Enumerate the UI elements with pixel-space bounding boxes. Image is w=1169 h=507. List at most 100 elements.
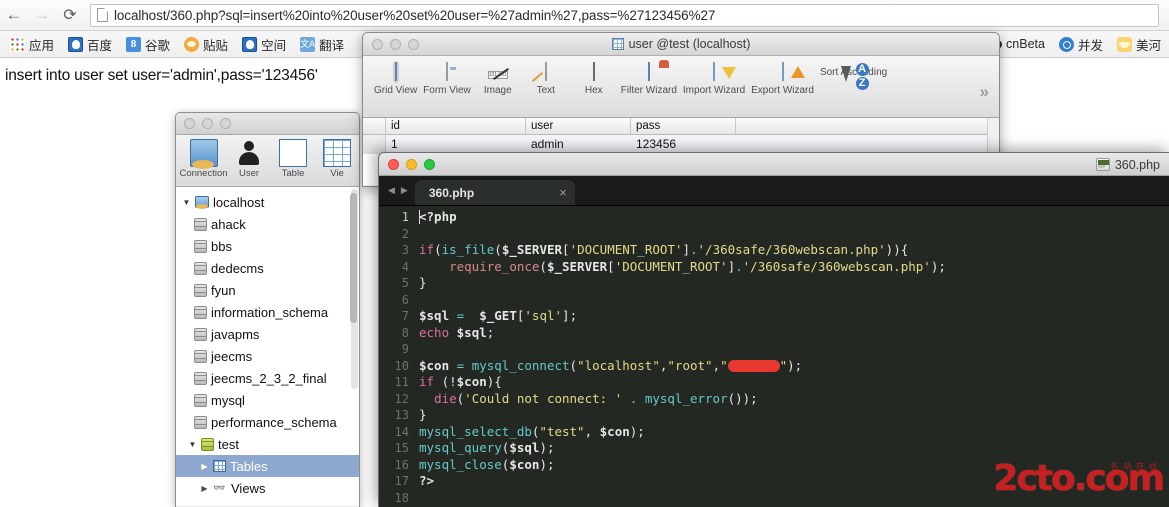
table-window-titlebar[interactable]: user @test (localhost) bbox=[363, 33, 999, 56]
connection-icon bbox=[195, 196, 209, 209]
tree-item-localhost[interactable]: ▼ localhost bbox=[176, 191, 359, 213]
php-file-icon bbox=[1095, 158, 1110, 171]
tree-item-tables[interactable]: ▶ Tables bbox=[176, 455, 359, 477]
tree-item-fyun[interactable]: fyun bbox=[176, 279, 359, 301]
tree-item-label: Tables bbox=[230, 458, 268, 474]
browser-toolbar: ← → ⟳ localhost/360.php?sql=insert%20int… bbox=[0, 0, 1169, 31]
chevron-right-icon[interactable]: ▶ bbox=[200, 484, 209, 493]
line-number: 8 bbox=[401, 325, 409, 340]
code-text: require_once($_SERVER['DOCUMENT_ROOT'].'… bbox=[449, 258, 946, 274]
user-icon bbox=[235, 139, 263, 167]
tree-item-mysql[interactable]: mysql bbox=[176, 389, 359, 411]
database-tree[interactable]: ▼ localhost ahack bbs dedecms fyun infor… bbox=[176, 187, 359, 506]
reload-icon[interactable]: ⟳ bbox=[56, 1, 84, 29]
maximize-icon[interactable] bbox=[220, 118, 231, 129]
triangle-right-icon[interactable]: ▶ bbox=[401, 185, 408, 196]
forward-icon[interactable]: → bbox=[28, 1, 56, 29]
bookmark-qzone[interactable]: 空间 bbox=[236, 33, 292, 56]
tree-item-label: jeecms bbox=[211, 348, 253, 364]
text-button[interactable]: Text bbox=[522, 61, 570, 96]
grid-header-row: id user pass bbox=[363, 118, 999, 135]
tree-scrollbar-thumb[interactable] bbox=[350, 193, 357, 323]
tree-item-test[interactable]: ▼ test bbox=[176, 433, 359, 455]
toolbar-connection-button[interactable]: Connection bbox=[179, 139, 228, 179]
filter-wizard-button[interactable]: Filter Wizard bbox=[618, 61, 680, 96]
column-header-id[interactable]: id bbox=[386, 118, 526, 134]
toolbar-user-button[interactable]: User bbox=[227, 139, 271, 179]
image-button[interactable]: 101 001 Image bbox=[474, 61, 522, 96]
toolbar-table-button[interactable]: Table bbox=[271, 139, 315, 179]
line-number: 3 bbox=[401, 243, 409, 257]
redacted-password-bar bbox=[727, 359, 780, 372]
tree-item-ahack[interactable]: ahack bbox=[176, 213, 359, 235]
back-icon[interactable]: ← bbox=[0, 1, 28, 29]
tree-item-dedecms[interactable]: dedecms bbox=[176, 257, 359, 279]
bookmark-label: 美河 bbox=[1135, 38, 1161, 53]
import-wizard-button[interactable]: Import Wizard bbox=[680, 61, 748, 96]
close-icon[interactable]: × bbox=[559, 185, 567, 200]
bookmark-baidu[interactable]: 百度 bbox=[62, 33, 118, 56]
address-bar[interactable]: localhost/360.php?sql=insert%20into%20us… bbox=[90, 3, 1159, 27]
toolbar-view-button[interactable]: Vie bbox=[315, 139, 359, 179]
close-icon[interactable] bbox=[184, 118, 195, 129]
bookmark-translate[interactable]: 文A 翻译 bbox=[294, 33, 350, 56]
tree-item-views[interactable]: ▶ 👓 Views bbox=[176, 477, 359, 499]
hex-icon bbox=[592, 62, 595, 81]
toolbar-label: Import Wizard bbox=[682, 85, 746, 96]
view-icon bbox=[323, 139, 351, 167]
code-text: echo $sql; bbox=[419, 324, 495, 340]
tree-item-jeecms[interactable]: jeecms bbox=[176, 345, 359, 367]
text-icon bbox=[544, 62, 547, 81]
column-header-pass[interactable]: pass bbox=[631, 118, 736, 134]
tree-item-javapms[interactable]: javapms bbox=[176, 323, 359, 345]
editor-titlebar[interactable]: 360.php bbox=[379, 153, 1169, 176]
close-icon[interactable] bbox=[388, 158, 399, 170]
tree-item-jeecms-2-3-2-final[interactable]: jeecms_2_3_2_final bbox=[176, 367, 359, 389]
chevron-down-icon[interactable]: ▼ bbox=[188, 440, 197, 449]
database-icon bbox=[194, 239, 207, 253]
maximize-icon[interactable] bbox=[424, 158, 435, 170]
tree-item-information-schema[interactable]: information_schema bbox=[176, 301, 359, 323]
column-header-user[interactable]: user bbox=[526, 118, 631, 134]
triangle-left-icon[interactable]: ◀ bbox=[388, 185, 395, 196]
chevron-double-right-icon[interactable]: » bbox=[980, 82, 989, 102]
tieba-cat-icon bbox=[184, 36, 200, 52]
tree-item-bbs[interactable]: bbs bbox=[176, 235, 359, 257]
column-header-filler bbox=[736, 118, 999, 134]
code-line: 13 } bbox=[379, 407, 1169, 424]
grid-view-button[interactable]: Grid View bbox=[371, 61, 420, 96]
export-wizard-button[interactable]: Export Wizard bbox=[748, 61, 817, 96]
chevron-right-icon[interactable]: ▶ bbox=[200, 462, 209, 471]
code-editor-window[interactable]: 360.php ◀ ▶ 360.php × 1 <?php 2 bbox=[378, 152, 1169, 507]
tree-item-performance-schema[interactable]: performance_schema bbox=[176, 411, 359, 433]
icon-wrap bbox=[780, 61, 786, 83]
line-number: 17 bbox=[394, 474, 409, 488]
bookmark-google[interactable]: 8 谷歌 bbox=[120, 33, 176, 56]
navicat-main-window[interactable]: Connection User Table Vie ▼ localhost ah… bbox=[175, 112, 360, 507]
sort-ascending-button[interactable]: Sort Ascending bbox=[817, 61, 890, 82]
bookmark-tieba[interactable]: 贴贴 bbox=[178, 33, 234, 56]
editor-tab-360php[interactable]: 360.php × bbox=[414, 180, 575, 205]
qzone-paw-icon bbox=[242, 36, 258, 52]
hex-button[interactable]: Hex bbox=[570, 61, 618, 96]
bingfa-icon bbox=[1058, 36, 1074, 52]
tree-item-label: Views bbox=[231, 480, 266, 496]
form-view-button[interactable]: Form View bbox=[420, 61, 474, 96]
navicat-main-titlebar[interactable] bbox=[176, 113, 359, 135]
tree-item-label: jeecms_2_3_2_final bbox=[211, 370, 327, 386]
chevron-down-icon[interactable]: ▼ bbox=[182, 198, 191, 207]
text-caret bbox=[419, 210, 420, 224]
page-info-icon[interactable] bbox=[97, 8, 108, 22]
screenshot-root: ← → ⟳ localhost/360.php?sql=insert%20int… bbox=[0, 0, 1169, 507]
icon-wrap: 101 001 bbox=[486, 61, 510, 83]
bookmark-meihe[interactable]: 美河 bbox=[1111, 33, 1167, 56]
minimize-icon[interactable] bbox=[406, 158, 417, 170]
bookmark-apps[interactable]: 应用 bbox=[4, 33, 60, 56]
code-area[interactable]: 1 <?php 2 3 if(is_file($_SERVER['DOCUMEN… bbox=[379, 206, 1169, 507]
bookmark-label: 应用 bbox=[29, 38, 55, 53]
code-line: 4 require_once($_SERVER['DOCUMENT_ROOT']… bbox=[379, 259, 1169, 276]
code-line: 3 if(is_file($_SERVER['DOCUMENT_ROOT'].'… bbox=[379, 242, 1169, 259]
minimize-icon[interactable] bbox=[202, 118, 213, 129]
tree-scrollbar[interactable] bbox=[350, 189, 358, 389]
bookmark-bingfa[interactable]: 并发 bbox=[1053, 33, 1109, 56]
